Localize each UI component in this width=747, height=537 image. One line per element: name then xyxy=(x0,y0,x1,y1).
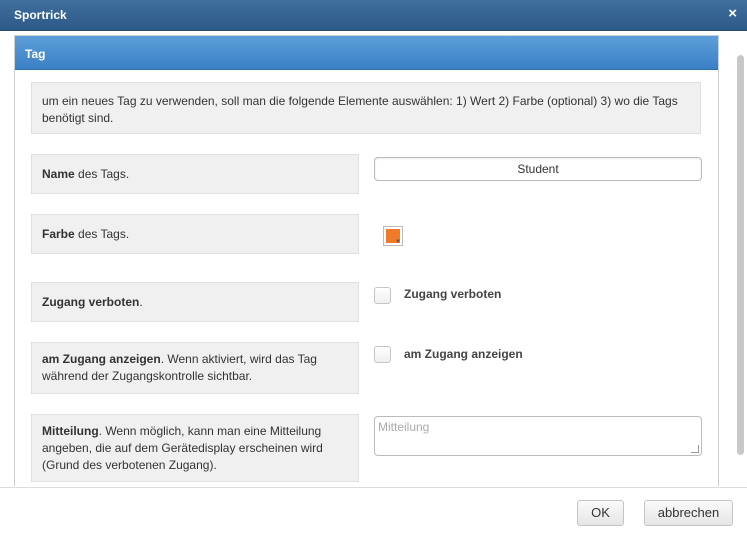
message-label-bold: Mitteilung xyxy=(42,423,99,438)
tag-panel: Tag um ein neues Tag zu verwenden, soll … xyxy=(14,35,719,486)
scrollbar-thumb[interactable] xyxy=(737,55,744,455)
access-denied-checkbox-label[interactable]: Zugang verboten xyxy=(404,287,501,301)
access-denied-checkbox[interactable] xyxy=(374,287,391,304)
access-denied-label: Zugang verboten. xyxy=(31,282,359,322)
intro-text: um ein neues Tag zu verwenden, soll man … xyxy=(31,82,701,134)
color-label-bold: Farbe xyxy=(42,226,75,241)
panel-title: Tag xyxy=(25,47,46,61)
show-at-access-label: am Zugang anzeigen. Wenn aktiviert, wird… xyxy=(31,342,359,394)
resize-grip-icon[interactable] xyxy=(691,445,699,453)
name-label-rest: des Tags. xyxy=(74,166,130,181)
dropdown-arrow-icon: ▼ xyxy=(395,239,401,245)
panel-header: Tag xyxy=(15,36,718,70)
scrollbar[interactable] xyxy=(736,39,745,479)
color-picker[interactable]: ▼ xyxy=(383,226,403,246)
cancel-button[interactable]: abbrechen xyxy=(644,500,733,526)
show-at-access-checkbox-label[interactable]: am Zugang anzeigen xyxy=(404,347,523,361)
show-at-access-label-bold: am Zugang anzeigen xyxy=(42,352,161,366)
message-placeholder: Mitteilung xyxy=(378,420,430,434)
window-title: Sportrick xyxy=(14,8,67,22)
name-label: Name des Tags. xyxy=(31,154,359,194)
color-label-rest: des Tags. xyxy=(74,226,130,241)
message-textarea[interactable]: Mitteilung xyxy=(374,416,702,456)
color-label: Farbe des Tags. xyxy=(31,214,359,254)
dialog-footer: OK abbrechen xyxy=(0,487,747,537)
close-icon[interactable]: × xyxy=(728,5,737,22)
name-label-bold: Name xyxy=(42,166,75,181)
access-denied-label-bold: Zugang verboten xyxy=(42,294,140,309)
access-denied-label-rest: . xyxy=(139,294,143,309)
ok-button[interactable]: OK xyxy=(577,500,624,526)
message-label: Mitteilung. Wenn möglich, kann man eine … xyxy=(31,414,359,482)
show-at-access-checkbox[interactable] xyxy=(374,346,391,363)
name-input[interactable]: Student xyxy=(374,157,702,181)
dialog-content: Tag um ein neues Tag zu verwenden, soll … xyxy=(0,31,747,486)
window-titlebar: Sportrick × xyxy=(0,0,747,31)
